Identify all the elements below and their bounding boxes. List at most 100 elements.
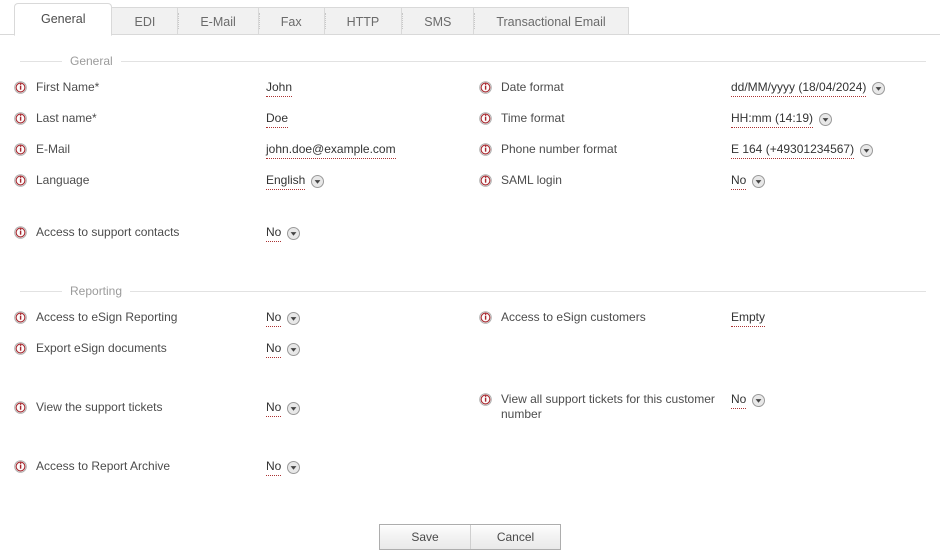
chevron-down-icon[interactable]	[752, 394, 766, 407]
chevron-down-icon[interactable]	[819, 113, 833, 126]
tab-label: HTTP	[346, 15, 380, 29]
language-value[interactable]: English	[266, 173, 306, 190]
chevron-down-icon[interactable]	[311, 175, 325, 188]
reporting-grid: Access to eSign Reporting No Export eSig…	[14, 306, 926, 486]
field-value-wrap: HH:mm (14:19)	[731, 111, 926, 128]
tab-e-mail[interactable]: E-Mail	[178, 7, 259, 35]
info-icon[interactable]	[479, 174, 492, 187]
info-icon[interactable]	[14, 143, 27, 156]
info-icon[interactable]	[479, 81, 492, 94]
field-label: Access to eSign Reporting	[36, 310, 178, 324]
info-icon[interactable]	[479, 143, 492, 156]
field-value-wrap: No	[266, 341, 470, 358]
field-row-export-esign-documents: Export eSign documents No	[14, 337, 470, 368]
info-icon[interactable]	[14, 226, 27, 239]
field-label: E-Mail	[36, 142, 71, 156]
field-value-wrap: John	[266, 80, 470, 97]
settings-form: General First Name* John Last name* Doe …	[0, 52, 940, 486]
field-row-saml-login: SAML login No	[479, 169, 926, 200]
view-support-tickets-value[interactable]: No	[266, 400, 282, 417]
chevron-down-icon[interactable]	[287, 312, 301, 325]
first-name-value[interactable]: John	[266, 80, 293, 97]
tab-strip: General EDI E-Mail Fax HTTP SMS Transact…	[14, 3, 629, 36]
info-icon[interactable]	[14, 401, 27, 414]
field-value-wrap: Empty	[731, 310, 926, 327]
tab-general[interactable]: General	[14, 3, 113, 36]
general-grid: First Name* John Last name* Doe E-Mail j…	[14, 76, 926, 252]
field-value-wrap: No	[266, 459, 470, 476]
field-value-wrap: No	[731, 173, 926, 190]
field-row-access-report-archive: Access to Report Archive No	[14, 455, 470, 486]
export-esign-documents-value[interactable]: No	[266, 341, 282, 358]
general-left-column: First Name* John Last name* Doe E-Mail j…	[14, 76, 470, 252]
info-icon[interactable]	[14, 342, 27, 355]
field-value-wrap: English	[266, 173, 470, 190]
field-row-phone-number-format: Phone number format E 164 (+49301234567)	[479, 138, 926, 169]
cancel-button[interactable]: Cancel	[470, 525, 560, 549]
saml-login-value[interactable]: No	[731, 173, 747, 190]
access-report-archive-value[interactable]: No	[266, 459, 282, 476]
chevron-down-icon[interactable]	[872, 82, 886, 95]
email-value[interactable]: john.doe@example.com	[266, 142, 396, 159]
tab-label: E-Mail	[200, 15, 236, 29]
tab-transactional-email[interactable]: Transactional Email	[474, 7, 629, 35]
reporting-left-column: Access to eSign Reporting No Export eSig…	[14, 306, 470, 486]
chevron-down-icon[interactable]	[860, 144, 874, 157]
view-all-support-tickets-value[interactable]: No	[731, 392, 747, 409]
field-row-access-esign-reporting: Access to eSign Reporting No	[14, 306, 470, 337]
field-value-wrap: Doe	[266, 111, 470, 128]
field-row-time-format: Time format HH:mm (14:19)	[479, 107, 926, 138]
field-label: Last name*	[36, 111, 97, 125]
section-reporting-title: Reporting	[62, 282, 131, 300]
tab-label: Fax	[280, 15, 302, 29]
info-icon[interactable]	[479, 393, 492, 406]
date-format-value[interactable]: dd/MM/yyyy (18/04/2024)	[731, 80, 867, 97]
field-label: First Name*	[36, 80, 100, 94]
field-value-wrap: No	[266, 225, 470, 242]
access-support-contacts-value[interactable]: No	[266, 225, 282, 242]
info-icon[interactable]	[14, 311, 27, 324]
field-label: SAML login	[501, 173, 562, 187]
chevron-down-icon[interactable]	[287, 402, 301, 415]
field-row-language: Language English	[14, 169, 470, 200]
save-button[interactable]: Save	[380, 525, 470, 549]
divider-line	[20, 291, 926, 292]
field-value-wrap: No	[731, 392, 926, 409]
last-name-value[interactable]: Doe	[266, 111, 289, 128]
field-row-date-format: Date format dd/MM/yyyy (18/04/2024)	[479, 76, 926, 107]
info-icon[interactable]	[14, 81, 27, 94]
field-value-wrap: dd/MM/yyyy (18/04/2024)	[731, 80, 926, 97]
info-icon[interactable]	[479, 311, 492, 324]
info-icon[interactable]	[479, 112, 492, 125]
access-esign-reporting-value[interactable]: No	[266, 310, 282, 327]
field-row-access-support-contacts: Access to support contacts No	[14, 221, 470, 252]
field-row-access-esign-customers: Access to eSign customers Empty	[479, 306, 926, 337]
tab-label: Transactional Email	[496, 15, 606, 29]
tab-label: EDI	[134, 15, 156, 29]
tab-http[interactable]: HTTP	[324, 7, 403, 35]
field-value-wrap: john.doe@example.com	[266, 142, 470, 159]
section-general: General First Name* John Last name* Doe …	[14, 52, 926, 252]
chevron-down-icon[interactable]	[752, 175, 766, 188]
tab-edi[interactable]: EDI	[112, 7, 179, 35]
form-actions: Save Cancel	[0, 524, 940, 550]
chevron-down-icon[interactable]	[287, 461, 301, 474]
time-format-value[interactable]: HH:mm (14:19)	[731, 111, 814, 128]
field-label: Time format	[501, 111, 565, 125]
reporting-right-column: Access to eSign customers Empty View all…	[470, 306, 926, 486]
field-row-email: E-Mail john.doe@example.com	[14, 138, 470, 169]
tab-bar: General EDI E-Mail Fax HTTP SMS Transact…	[0, 0, 940, 36]
chevron-down-icon[interactable]	[287, 343, 301, 356]
section-general-legend: General	[14, 52, 926, 70]
field-value-wrap: No	[266, 400, 470, 417]
chevron-down-icon[interactable]	[287, 227, 301, 240]
info-icon[interactable]	[14, 112, 27, 125]
tab-sms[interactable]: SMS	[402, 7, 475, 35]
tab-fax[interactable]: Fax	[258, 7, 325, 35]
field-row-first-name: First Name* John	[14, 76, 470, 107]
access-esign-customers-value[interactable]: Empty	[731, 310, 766, 327]
phone-number-format-value[interactable]: E 164 (+49301234567)	[731, 142, 855, 159]
tab-label: General	[41, 12, 86, 26]
info-icon[interactable]	[14, 460, 27, 473]
info-icon[interactable]	[14, 174, 27, 187]
